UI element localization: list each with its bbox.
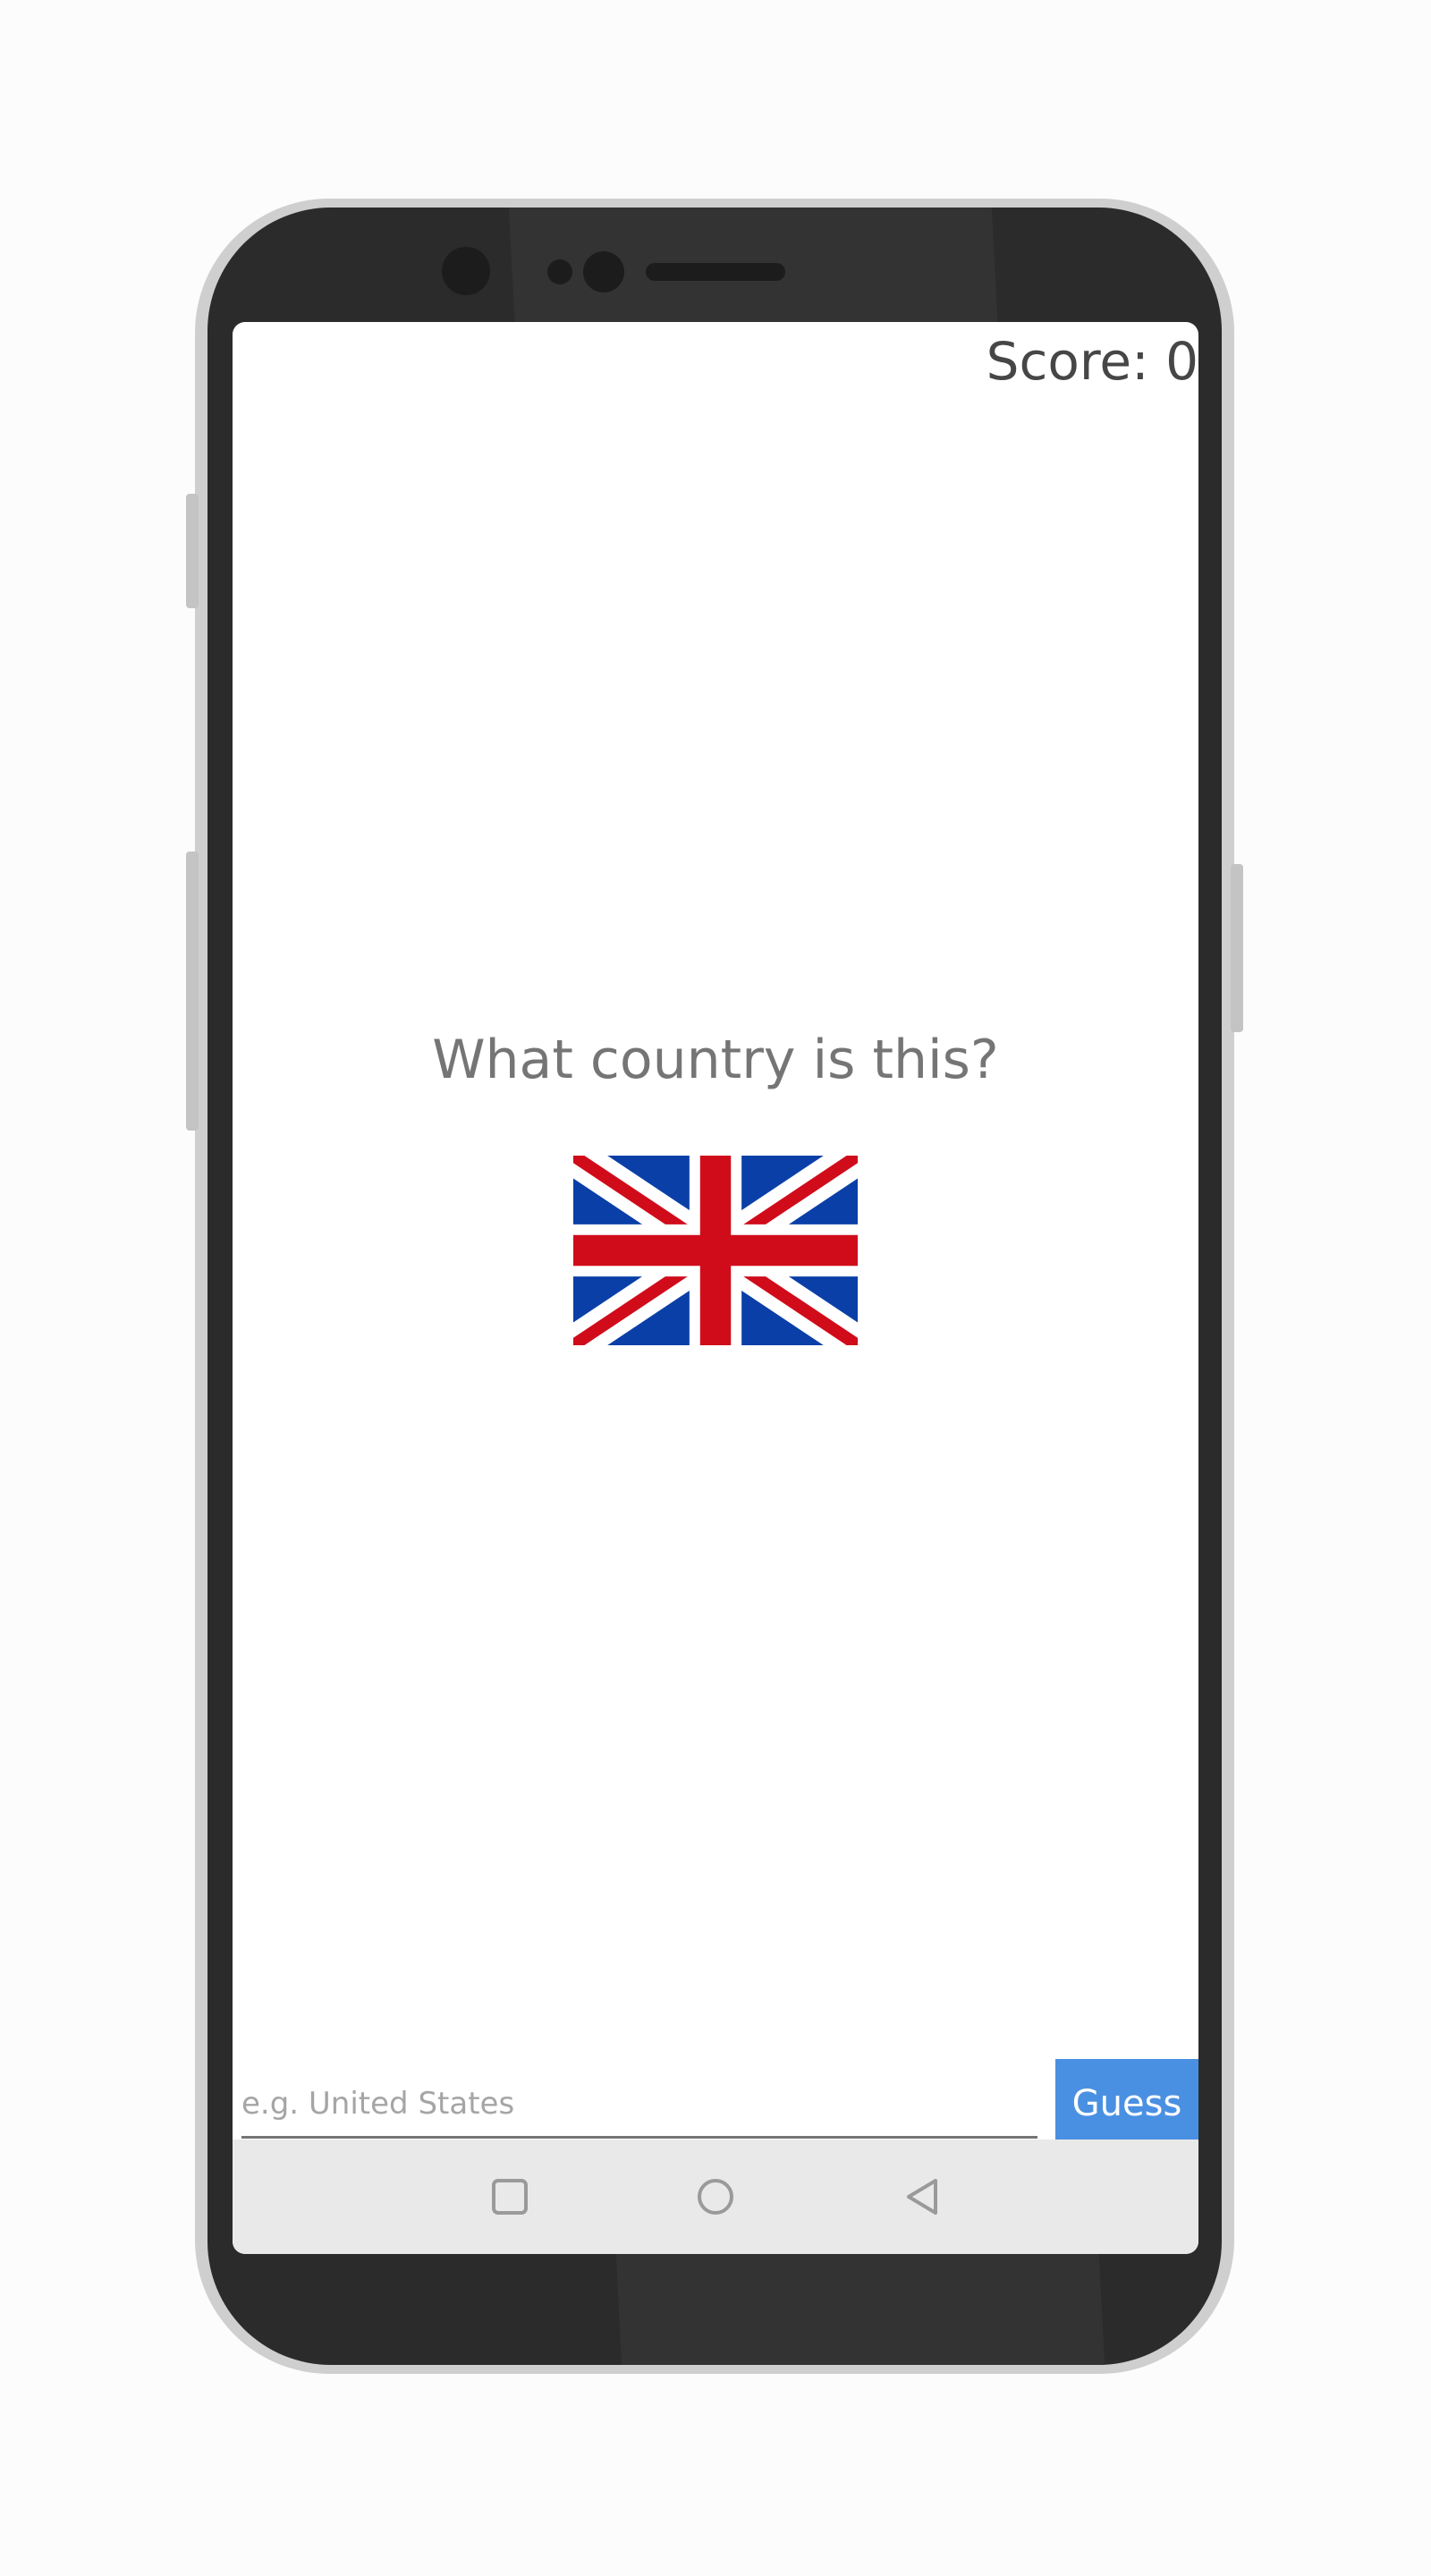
country-guess-input[interactable]: [241, 2072, 1037, 2139]
page: Score: 0 What country is this? Guess: [0, 0, 1431, 2576]
square-icon: [492, 2179, 528, 2215]
circle-icon: [698, 2179, 733, 2215]
volume-up-button: [186, 494, 199, 608]
guess-button[interactable]: Guess: [1055, 2059, 1198, 2148]
screen: Score: 0 What country is this? Guess: [233, 322, 1198, 2254]
proximity-sensor-icon: [547, 259, 572, 284]
question-text: What country is this?: [432, 1029, 999, 1091]
guess-row: Guess: [233, 2039, 1198, 2148]
united-kingdom-flag-icon: [573, 1156, 858, 1345]
earpiece-speaker: [646, 263, 785, 281]
recent-apps-button[interactable]: [481, 2168, 538, 2225]
system-navigation-bar: [233, 2140, 1198, 2254]
back-button[interactable]: [894, 2168, 952, 2225]
sensor-icon: [583, 251, 624, 292]
power-button: [1231, 864, 1243, 1032]
score-label: Score: 0: [986, 331, 1198, 392]
front-camera-icon: [442, 247, 490, 295]
volume-down-button: [186, 852, 199, 1131]
home-button[interactable]: [687, 2168, 744, 2225]
back-triangle-icon: [907, 2179, 937, 2215]
